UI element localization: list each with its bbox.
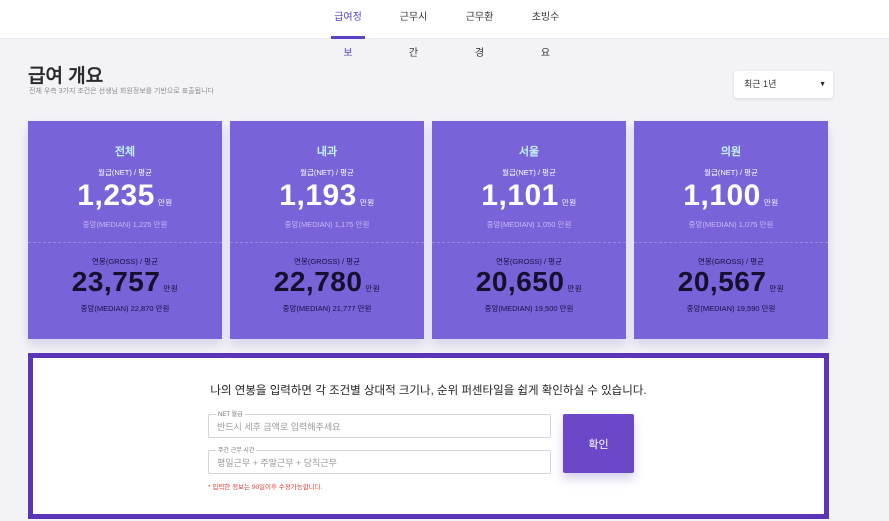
tab-salary-info[interactable]: 급여정보 [331,0,365,59]
gross-median: 중앙(MEDIAN) 21,777 만원 [282,304,372,313]
edit-notice: * 입력한 정보는 90일이후 수정가능합니다. [208,484,323,491]
page-title: 급여 개요 [28,66,104,87]
period-select-value: 최근 1년 [744,79,777,89]
unit-label: 만원 [567,284,583,293]
net-salary-field[interactable]: NET 월급 [208,409,551,438]
period-select[interactable]: 최근 1년 ▼ [734,71,833,98]
net-median: 중앙(MEDIAN) 1,075 만원 [688,220,774,229]
weekly-hours-field[interactable]: 주간 근무 시간 [208,445,551,474]
gross-average: 20,650 만원 [432,266,626,298]
page-subtitle: 전체 우측 3가지 조건은 선생님 회원정보를 기반으로 표출됩니다 [29,88,214,95]
net-average: 1,235 만원 [28,179,222,213]
net-median: 중앙(MEDIAN) 1,050 만원 [486,220,572,229]
gross-median: 중앙(MEDIAN) 19,500 만원 [484,304,574,313]
card-title: 의원 [720,146,742,158]
net-average-value: 1,193 [279,179,357,212]
weekly-hours-input[interactable] [217,455,537,470]
tab-recruit-demand[interactable]: 초빙수요 [528,0,563,59]
unit-label: 만원 [561,198,577,207]
card-title: 서울 [518,146,540,158]
weekly-hours-label: 주간 근무 시간 [216,445,257,454]
unit-label: 만원 [763,198,779,207]
net-salary-input[interactable] [217,419,537,434]
salary-input-panel: 나의 연봉을 입력하면 각 조건별 상대적 크기나, 순위 퍼센타일을 쉽게 확… [28,353,829,519]
gross-average: 20,567 만원 [634,266,828,298]
gross-average-value: 22,780 [273,266,363,297]
net-median: 중앙(MEDIAN) 1,225 만원 [82,220,168,229]
net-salary-label: NET 월급 [216,409,245,418]
gross-median: 중앙(MEDIAN) 22,870 만원 [80,304,170,313]
net-average: 1,193 만원 [230,179,424,213]
top-nav: 급여정보 근무시간 근무환경 초빙수요 [0,0,889,59]
net-average-value: 1,101 [481,179,559,212]
net-label: 월급(NET) / 평균 [98,168,152,177]
salary-card-internal-medicine: 내과 월급(NET) / 평균 1,193 만원 중앙(MEDIAN) 1,175… [230,121,424,339]
unit-label: 만원 [157,198,173,207]
gross-average: 23,757 만원 [28,266,222,298]
net-label: 월급(NET) / 평균 [704,168,758,177]
divider [230,242,424,243]
net-average: 1,100 만원 [634,179,828,213]
net-label: 월급(NET) / 평균 [502,168,556,177]
gross-average-value: 23,757 [71,266,161,297]
net-average-value: 1,235 [77,179,155,212]
gross-average-value: 20,567 [677,266,767,297]
salary-card-clinic: 의원 월급(NET) / 평균 1,100 만원 중앙(MEDIAN) 1,075… [634,121,828,339]
divider [432,242,626,243]
net-average: 1,101 만원 [432,179,626,213]
divider [634,242,828,243]
unit-label: 만원 [163,284,179,293]
net-median: 중앙(MEDIAN) 1,175 만원 [284,220,370,229]
tab-work-hours[interactable]: 근무시간 [396,0,431,59]
gross-average: 22,780 만원 [230,266,424,298]
gross-average-value: 20,650 [475,266,565,297]
divider [28,242,222,243]
tab-work-environment[interactable]: 근무환경 [462,0,497,59]
net-average-value: 1,100 [683,179,761,212]
unit-label: 만원 [769,284,785,293]
card-title: 전체 [114,146,136,158]
caret-down-icon: ▼ [819,81,826,88]
panel-heading: 나의 연봉을 입력하면 각 조건별 상대적 크기나, 순위 퍼센타일을 쉽게 확… [210,385,647,397]
card-title: 내과 [316,146,338,158]
confirm-button[interactable]: 확인 [563,414,634,473]
salary-card-seoul: 서울 월급(NET) / 평균 1,101 만원 중앙(MEDIAN) 1,050… [432,121,626,339]
net-label: 월급(NET) / 평균 [300,168,354,177]
unit-label: 만원 [365,284,381,293]
unit-label: 만원 [359,198,375,207]
salary-card-all: 전체 월급(NET) / 평균 1,235 만원 중앙(MEDIAN) 1,225… [28,121,222,339]
gross-median: 중앙(MEDIAN) 19,590 만원 [686,304,776,313]
